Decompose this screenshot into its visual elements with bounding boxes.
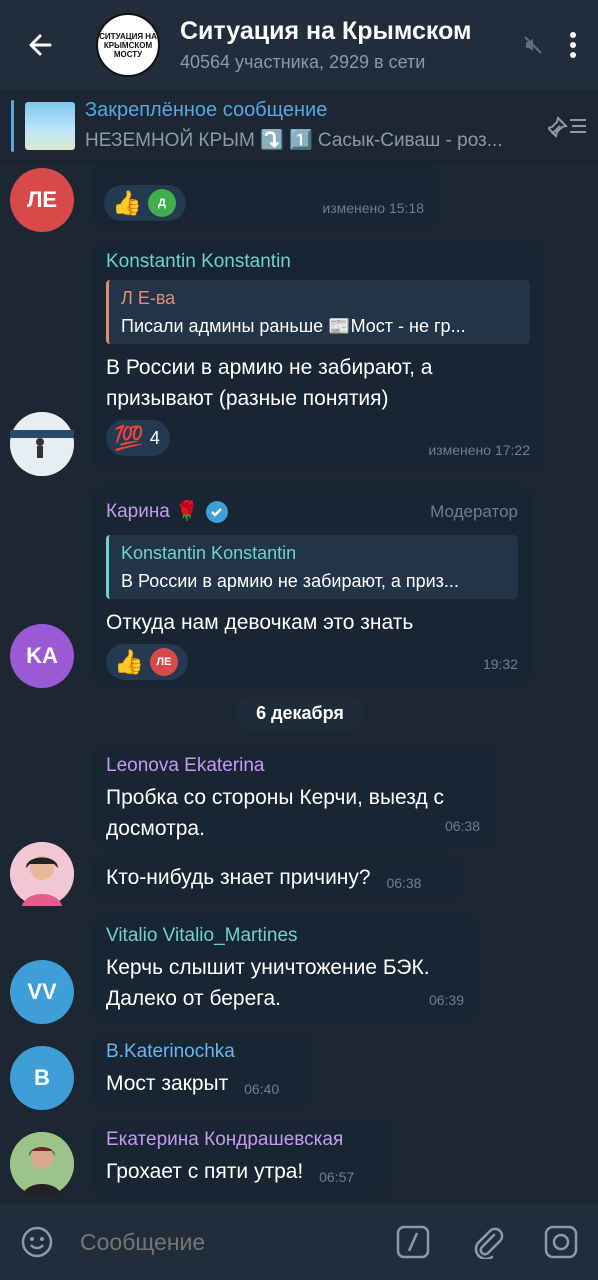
reaction-emoji: 💯 <box>114 424 144 452</box>
avatar-photo-icon <box>10 842 74 906</box>
reaction-avatar: Д <box>147 189 176 217</box>
back-button[interactable] <box>0 0 80 90</box>
pinned-indicator <box>11 99 14 152</box>
message-time: изменено 17:22 <box>428 442 530 458</box>
pinned-message-bar[interactable]: Закреплённое сообщение НЕЗЕМНОЙ КРЫМ ⤵️ … <box>0 90 598 162</box>
avatar-photo-icon <box>10 1132 74 1196</box>
back-arrow-icon <box>29 34 52 56</box>
message-bubble[interactable]: Vitalio Vitalio_Martines Керчь слышит ун… <box>92 914 478 1022</box>
avatar[interactable]: ЛЕ <box>10 168 74 232</box>
pinned-thumbnail <box>25 101 75 150</box>
avatar-initials: VV <box>27 979 57 1004</box>
emoji-button[interactable] <box>10 1225 64 1259</box>
camera-button[interactable] <box>524 1225 598 1259</box>
avatar[interactable] <box>10 1132 74 1196</box>
moderator-label: Модератор <box>430 502 518 521</box>
reaction-avatar: ЛЕ <box>149 648 178 676</box>
avatar[interactable] <box>10 842 74 906</box>
message-text: Кто-нибудь знает причину? <box>106 866 371 889</box>
message-header: Карина 🌹 Модератор <box>106 496 518 527</box>
avatar-initials: B <box>34 1065 50 1090</box>
sender-line: Карина 🌹 <box>106 500 229 524</box>
channel-avatar-text: СИТУАЦИЯ НА КРЫМСКОМ МОСТУ <box>99 31 157 59</box>
message-time: 06:40 <box>244 1081 280 1097</box>
reply-text: Писали админы раньше 📰Мост - не гр... <box>121 316 466 336</box>
message-sender[interactable]: Konstantin Konstantin <box>106 250 530 274</box>
message-list[interactable]: ЛЕ 👍 Д изменено 15:18 Konstantin Konstan… <box>0 162 598 1204</box>
reaction-chip[interactable]: 💯 4 <box>106 420 170 456</box>
pinned-list-button[interactable] <box>538 112 598 140</box>
avatar[interactable]: B <box>10 1046 74 1110</box>
verified-badge-icon <box>205 500 228 523</box>
avatar[interactable] <box>10 412 74 476</box>
paperclip-icon <box>474 1227 504 1259</box>
message-text: В России в армию не забирают, а призываю… <box>106 356 433 410</box>
message-bubble[interactable]: Екатерина Кондрашевская Грохает с пяти у… <box>92 1120 392 1198</box>
message-bubble[interactable]: Кто-нибудь знает причину? 06:38 <box>92 854 462 902</box>
instant-camera-icon <box>544 1225 578 1259</box>
avatar-initials: KA <box>26 643 58 668</box>
reply-quote[interactable]: Konstantin Konstantin В России в армию н… <box>106 535 518 599</box>
reply-sender: Л Е-ва <box>121 288 176 308</box>
pinned-preview: НЕЗЕМНОЙ КРЫМ ⤵️ 1️⃣ Сасык-Сиваш - роз..… <box>85 130 503 151</box>
more-vert-icon <box>570 32 576 58</box>
emoji-icon <box>21 1226 53 1258</box>
pin-list-icon <box>548 115 586 138</box>
date-label: 6 декабря <box>256 702 344 723</box>
reaction-emoji: 👍 <box>112 189 142 217</box>
avatar[interactable]: VV <box>10 960 74 1024</box>
message-bubble[interactable]: Konstantin Konstantin Л Е-ва Писали адми… <box>92 240 544 472</box>
message-bubble[interactable]: 👍 Д изменено 15:18 <box>92 162 438 230</box>
reaction-emoji: 👍 <box>114 648 144 676</box>
message-bubble[interactable]: B.Katerinochka Мост закрыт 06:40 <box>92 1032 310 1110</box>
message-sender[interactable]: Leonova Ekaterina <box>106 754 480 778</box>
pinned-text-area: Закреплённое сообщение НЕЗЕМНОЙ КРЫМ ⤵️ … <box>85 99 538 152</box>
slash-command-icon <box>396 1225 430 1259</box>
message-sender[interactable]: Карина 🌹 <box>106 500 199 524</box>
menu-button[interactable] <box>548 31 598 59</box>
chat-title-area[interactable]: Ситуация на Крымском 40564 участника, 29… <box>180 17 514 73</box>
message-text: Керчь слышит уничтожение БЭК. Далеко от … <box>106 956 430 1010</box>
message-text: Мост закрыт <box>106 1072 229 1095</box>
message-input-bar <box>0 1204 598 1280</box>
message-time: 19:32 <box>482 656 518 672</box>
reactions-row: 👍 ЛЕ <box>106 644 518 680</box>
channel-avatar[interactable]: СИТУАЦИЯ НА КРЫМСКОМ МОСТУ <box>96 13 160 77</box>
chat-title: Ситуация на Крымском <box>180 17 472 45</box>
chat-subtitle: 40564 участника, 2929 в сети <box>180 52 426 72</box>
avatar-initials: ЛЕ <box>26 187 58 212</box>
reply-text: В России в армию не забирают, а приз... <box>121 571 459 591</box>
muted-speaker-icon <box>524 36 542 54</box>
avatar-photo-icon <box>10 412 74 476</box>
reaction-chip[interactable]: 👍 Д <box>104 185 186 221</box>
message-sender[interactable]: Vitalio Vitalio_Martines <box>106 924 464 948</box>
message-time: изменено 15:18 <box>322 200 424 216</box>
avatar[interactable]: KA <box>10 624 74 688</box>
pinned-title: Закреплённое сообщение <box>85 99 328 121</box>
bot-commands-button[interactable] <box>376 1225 450 1259</box>
attach-button[interactable] <box>450 1225 524 1259</box>
message-time: 06:38 <box>444 818 480 834</box>
message-text: Грохает с пяти утра! <box>106 1160 304 1183</box>
date-separator: 6 декабря <box>236 696 364 730</box>
message-bubble[interactable]: Карина 🌹 Модератор Konstantin Konstantin… <box>92 486 532 686</box>
message-text: Пробка со стороны Керчи, выезд с досмотр… <box>106 786 445 840</box>
message-sender[interactable]: Екатерина Кондрашевская <box>106 1128 378 1152</box>
reaction-chip[interactable]: 👍 ЛЕ <box>106 644 188 680</box>
message-text: Откуда нам девочкам это знать <box>106 611 414 634</box>
message-time: 06:57 <box>319 1169 355 1185</box>
message-time: 06:38 <box>386 875 422 891</box>
reply-sender: Konstantin Konstantin <box>121 543 297 563</box>
muted-indicator <box>518 35 548 55</box>
reaction-count: 4 <box>149 427 160 448</box>
message-sender[interactable]: B.Katerinochka <box>106 1040 296 1064</box>
reply-quote[interactable]: Л Е-ва Писали админы раньше 📰Мост - не г… <box>106 280 530 344</box>
message-bubble[interactable]: Leonova Ekaterina Пробка со стороны Керч… <box>92 744 494 848</box>
chat-header: СИТУАЦИЯ НА КРЫМСКОМ МОСТУ Ситуация на К… <box>0 0 598 90</box>
message-time: 06:39 <box>428 992 464 1008</box>
message-input[interactable] <box>80 1228 376 1256</box>
reactions-row: 👍 Д <box>104 185 186 221</box>
